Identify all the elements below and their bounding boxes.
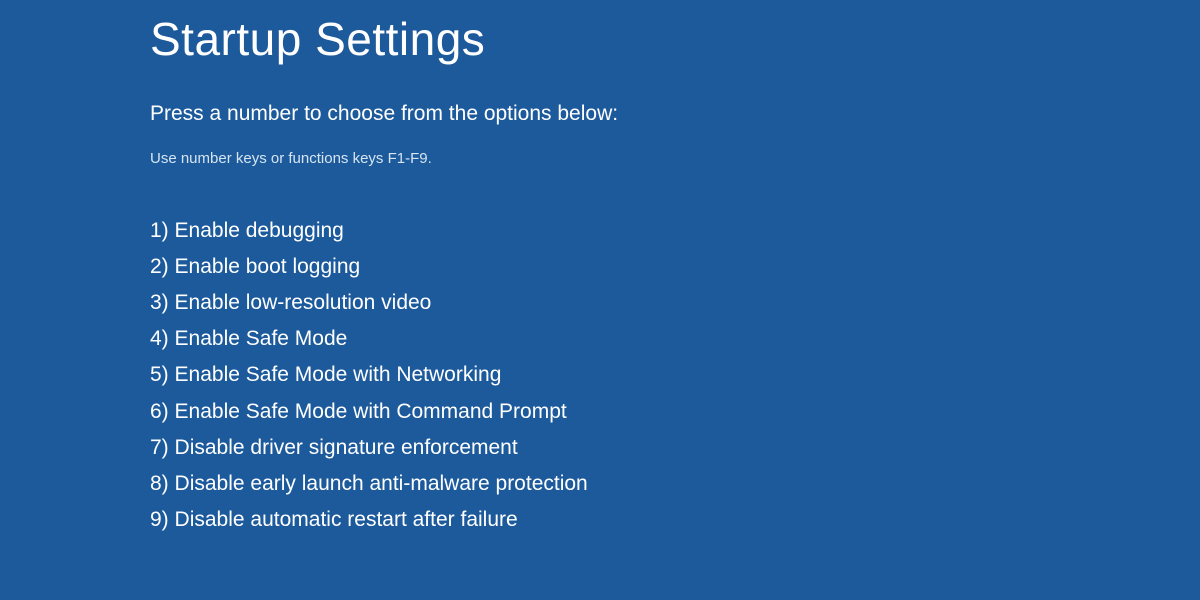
option-number: 9) <box>150 508 169 531</box>
option-enable-boot-logging[interactable]: 2) Enable boot logging <box>150 249 1200 285</box>
option-label: Enable Safe Mode <box>175 327 348 350</box>
option-number: 3) <box>150 291 169 314</box>
option-disable-automatic-restart[interactable]: 9) Disable automatic restart after failu… <box>150 502 1200 538</box>
option-label: Enable boot logging <box>175 255 361 278</box>
option-enable-safe-mode[interactable]: 4) Enable Safe Mode <box>150 321 1200 357</box>
option-number: 1) <box>150 219 169 242</box>
option-label: Enable low-resolution video <box>175 291 432 314</box>
hint-text: Use number keys or functions keys F1-F9. <box>150 150 1200 167</box>
option-label: Disable automatic restart after failure <box>175 508 518 531</box>
option-enable-safe-mode-networking[interactable]: 5) Enable Safe Mode with Networking <box>150 357 1200 393</box>
option-number: 2) <box>150 255 169 278</box>
option-label: Disable driver signature enforcement <box>175 436 518 459</box>
option-disable-driver-signature-enforcement[interactable]: 7) Disable driver signature enforcement <box>150 430 1200 466</box>
startup-options-list: 1) Enable debugging 2) Enable boot loggi… <box>150 213 1200 538</box>
instruction-text: Press a number to choose from the option… <box>150 102 1200 126</box>
option-label: Enable Safe Mode with Command Prompt <box>175 400 567 423</box>
option-disable-early-launch-anti-malware[interactable]: 8) Disable early launch anti-malware pro… <box>150 466 1200 502</box>
option-label: Enable debugging <box>175 219 344 242</box>
option-enable-debugging[interactable]: 1) Enable debugging <box>150 213 1200 249</box>
option-number: 7) <box>150 436 169 459</box>
option-number: 4) <box>150 327 169 350</box>
option-number: 5) <box>150 363 169 386</box>
option-number: 8) <box>150 472 169 495</box>
option-label: Enable Safe Mode with Networking <box>175 363 502 386</box>
page-title: Startup Settings <box>150 12 1200 66</box>
option-label: Disable early launch anti-malware protec… <box>175 472 588 495</box>
option-enable-safe-mode-command-prompt[interactable]: 6) Enable Safe Mode with Command Prompt <box>150 394 1200 430</box>
option-enable-low-resolution-video[interactable]: 3) Enable low-resolution video <box>150 285 1200 321</box>
option-number: 6) <box>150 400 169 423</box>
